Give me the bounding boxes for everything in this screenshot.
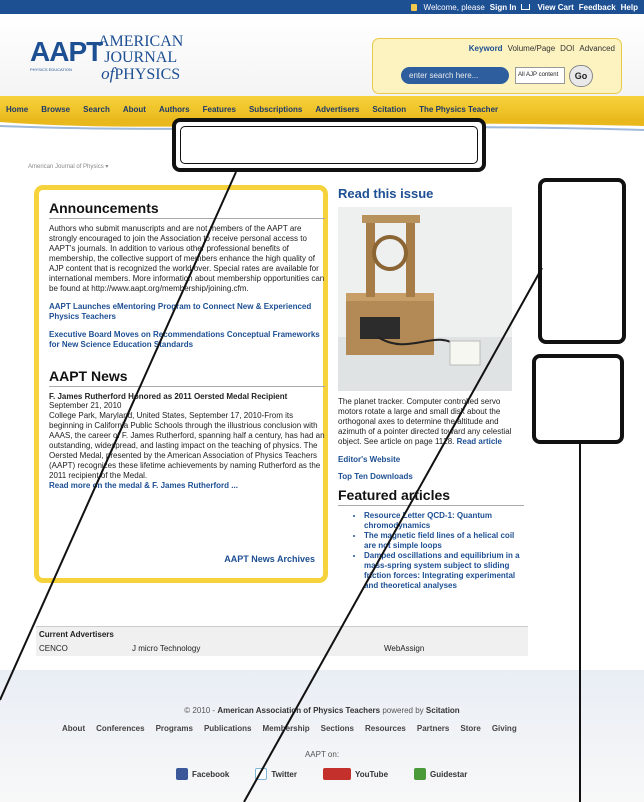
view-cart-link[interactable]: View Cart [537, 3, 573, 12]
welcome-text: Welcome, please [423, 2, 485, 12]
advertisers-heading: Current Advertisers [39, 630, 114, 639]
ementoring-link[interactable]: AAPT Launches eMentoring Program to Conn… [49, 302, 325, 322]
journal-line-3-of: of [101, 64, 115, 83]
aapt-footer-link[interactable]: American Association of Physics Teachers [217, 706, 380, 715]
copyright-line: © 2010 - American Association of Physics… [184, 706, 460, 715]
announcements-body: Authors who submit manuscripts and are n… [49, 224, 325, 293]
logo-tagline: PHYSICS EDUCATION [30, 67, 72, 72]
news-body: College Park, Maryland, United States, S… [49, 411, 325, 480]
sign-in-link[interactable]: Sign In [490, 3, 517, 12]
search-mode-keyword[interactable]: Keyword [469, 44, 503, 53]
scitation-footer-link[interactable]: Scitation [426, 706, 460, 715]
search-mode-doi[interactable]: DOI [560, 44, 574, 53]
nav-subscriptions[interactable]: Subscriptions [249, 105, 302, 114]
news-archives-link[interactable]: AAPT News Archives [224, 554, 315, 564]
search-mode-options: Keyword Volume/Page DOI Advanced [469, 44, 615, 53]
search-panel: Keyword Volume/Page DOI Advanced All AJP… [372, 38, 622, 94]
footer-link-partners[interactable]: Partners [417, 724, 449, 733]
nav-about[interactable]: About [123, 105, 146, 114]
footer-link-sections[interactable]: Sections [321, 724, 354, 733]
news-heading: AAPT News [49, 368, 128, 384]
featured-item[interactable]: Resource Letter QCD-1: Quantum chromodyn… [364, 511, 524, 531]
journal-title[interactable]: AMERICAN JOURNAL ofPHYSICS [98, 34, 183, 83]
nav-browse[interactable]: Browse [41, 105, 70, 114]
site-header: AAPT PHYSICS EDUCATION AMERICAN JOURNAL … [0, 14, 644, 96]
footer-link-conferences[interactable]: Conferences [96, 724, 144, 733]
aapt-on-label: AAPT on: [304, 750, 340, 759]
footer-link-resources[interactable]: Resources [365, 724, 406, 733]
advertiser-cenco[interactable]: CENCO [39, 644, 68, 653]
nav-search[interactable]: Search [83, 105, 110, 114]
issue-column: Read this issue The planet tracker. Comp… [338, 186, 524, 591]
youtube-link[interactable]: YouTube [322, 768, 388, 780]
guidestar-link[interactable]: Guidestar [414, 768, 467, 780]
nav-home[interactable]: Home [6, 105, 28, 114]
cart-icon [521, 4, 531, 10]
executive-board-link[interactable]: Executive Board Moves on Recommendations… [49, 330, 325, 350]
footer-link-about[interactable]: About [62, 724, 85, 733]
search-mode-advanced[interactable]: Advanced [579, 44, 615, 53]
footer-link-programs[interactable]: Programs [156, 724, 193, 733]
lock-icon [410, 3, 417, 11]
youtube-icon [322, 768, 351, 780]
nav-authors[interactable]: Authors [159, 105, 190, 114]
help-link[interactable]: Help [621, 3, 638, 12]
cover-caption: The planet tracker. Computer controlled … [338, 397, 512, 446]
featured-item[interactable]: Damped oscillations and equilibrium in a… [364, 551, 524, 591]
featured-list: Resource Letter QCD-1: Quantum chromodyn… [350, 511, 524, 591]
nav-scitation[interactable]: Scitation [372, 105, 406, 114]
read-issue-heading[interactable]: Read this issue [338, 186, 524, 201]
facebook-icon [176, 768, 188, 780]
feedback-link[interactable]: Feedback [579, 3, 616, 12]
twitter-icon [255, 768, 268, 780]
blank-callout-box-right-lower [532, 354, 624, 444]
aapt-logo[interactable]: AAPT PHYSICS EDUCATION [30, 36, 103, 82]
facebook-link[interactable]: Facebook [176, 768, 229, 780]
editors-website-link[interactable]: Editor's Website [338, 455, 524, 464]
journal-line-1: AMERICAN [98, 33, 184, 50]
planet-tracker-illustration [338, 207, 512, 391]
advertiser-jmicro[interactable]: J micro Technology [132, 644, 200, 653]
nav-features[interactable]: Features [203, 105, 236, 114]
cover-image[interactable] [338, 207, 512, 391]
featured-heading: Featured articles [338, 487, 451, 503]
nav-advertisers[interactable]: Advertisers [315, 105, 359, 114]
advertiser-webassign[interactable]: WebAssign [384, 644, 424, 653]
twitter-link[interactable]: Twitter [255, 768, 297, 780]
guidestar-icon [414, 768, 427, 780]
footer-link-membership[interactable]: Membership [263, 724, 310, 733]
footer-link-store[interactable]: Store [460, 724, 480, 733]
announcements-heading: Announcements [49, 200, 159, 216]
featured-item[interactable]: The magnetic field lines of a helical co… [364, 531, 524, 551]
news-read-more-link[interactable]: Read more on the medal & F. James Ruther… [49, 481, 325, 491]
advertisers-box: Current Advertisers CENCO J micro Techno… [36, 626, 528, 656]
site-footer: © 2010 - American Association of Physics… [0, 670, 644, 802]
news-headline: F. James Rutherford Honored as 2011 Oers… [49, 392, 288, 401]
search-scope-select[interactable]: All AJP content [515, 67, 565, 84]
search-input[interactable] [401, 67, 509, 84]
journal-line-3: PHYSICS [114, 66, 181, 83]
nav-physics-teacher[interactable]: The Physics Teacher [419, 105, 498, 114]
blank-callout-box-right-upper [538, 178, 626, 344]
news-date: September 21, 2010 [49, 401, 122, 410]
breadcrumb[interactable]: American Journal of Physics ▾ [28, 163, 108, 170]
logo-acronym: AAPT [30, 36, 103, 67]
top-downloads-link[interactable]: Top Ten Downloads [338, 472, 524, 481]
top-utility-bar: Welcome, please Sign In View Cart Feedba… [0, 0, 644, 14]
footer-link-publications[interactable]: Publications [204, 724, 252, 733]
footer-link-giving[interactable]: Giving [492, 724, 517, 733]
go-button[interactable]: Go [569, 65, 593, 87]
read-article-link[interactable]: Read article [457, 437, 502, 446]
social-links: Facebook Twitter YouTube Guidestar [176, 768, 467, 780]
blank-callout-box-top [172, 118, 486, 172]
footer-links: About Conferences Programs Publications … [62, 724, 517, 733]
announcements-panel: Announcements Authors who submit manuscr… [34, 185, 328, 583]
search-mode-volume-page[interactable]: Volume/Page [508, 44, 556, 53]
